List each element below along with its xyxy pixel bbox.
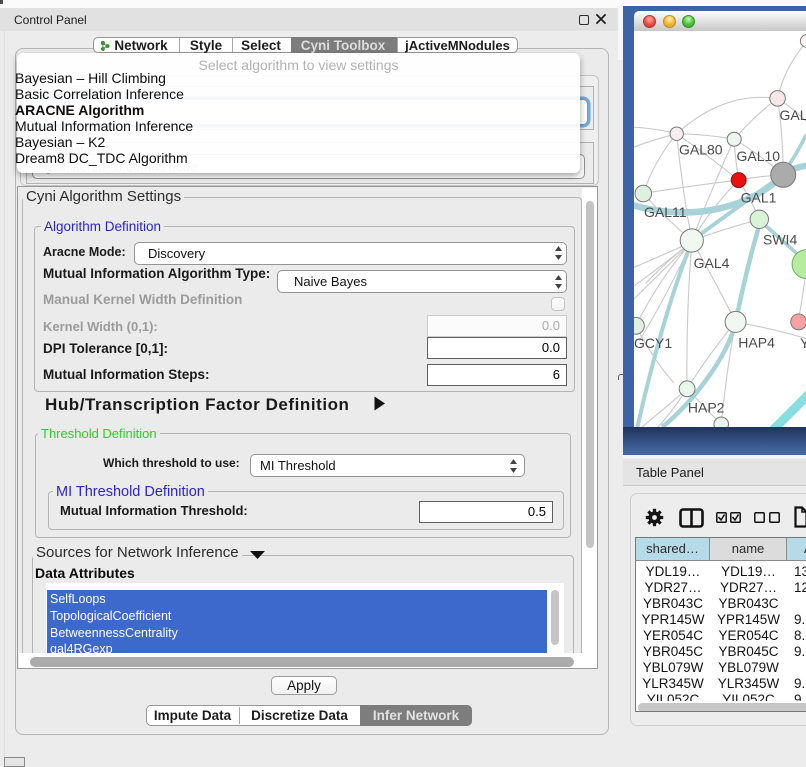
- svg-text:GAL10: GAL10: [737, 148, 781, 164]
- svg-text:SWI4: SWI4: [763, 232, 797, 248]
- svg-text:GAL80: GAL80: [679, 142, 723, 158]
- svg-text:GCY1: GCY1: [634, 335, 672, 351]
- svg-text:GAL1: GAL1: [741, 190, 777, 206]
- svg-text:GAL4: GAL4: [694, 255, 730, 271]
- svg-text:GAL2: GAL2: [780, 107, 806, 123]
- svg-text:GAL11: GAL11: [644, 204, 687, 220]
- svg-text:HAP4: HAP4: [738, 335, 775, 351]
- svg-text:HAP2: HAP2: [688, 400, 725, 416]
- svg-text:Y: Y: [800, 335, 806, 351]
